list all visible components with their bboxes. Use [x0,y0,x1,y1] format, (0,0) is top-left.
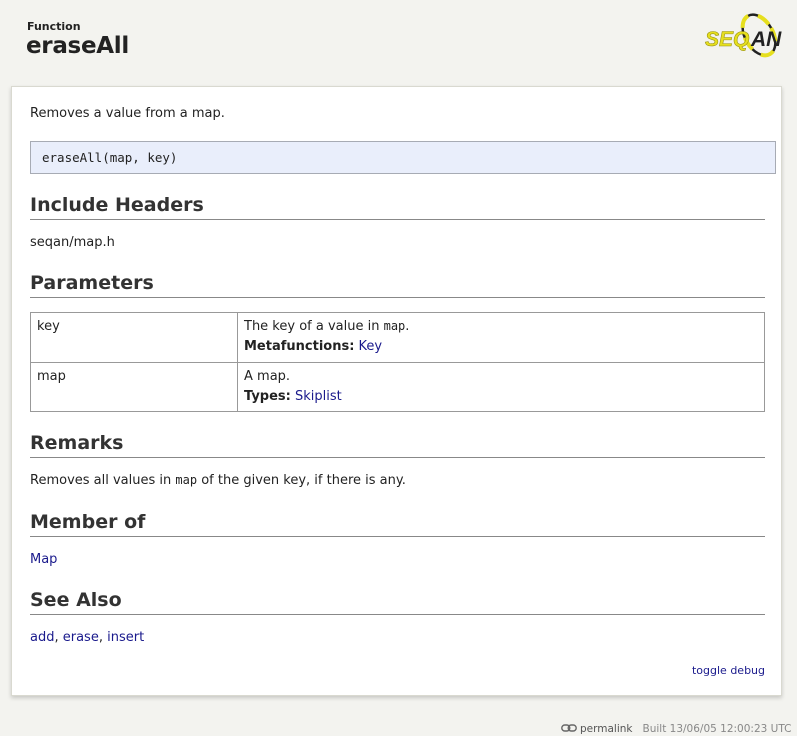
remarks-text: Removes all values in map of the given k… [30,473,406,488]
separator: , [54,630,63,645]
param-meta-label: Metafunctions: [244,339,355,354]
remarks-prefix: Removes all values in [30,473,176,488]
permalink-link[interactable]: permalink [580,723,633,735]
member-of-map-link[interactable]: Map [30,552,57,567]
remarks-code: map [175,473,198,487]
param-description: The key of a value in map. Metafunctions… [237,312,765,363]
description: Removes a value from a map. [30,106,225,121]
table-row: key The key of a value in map. Metafunct… [30,312,765,363]
toggle-debug-link[interactable]: toggle debug [692,664,765,677]
param-name: key [30,312,238,363]
see-also-erase-link[interactable]: erase [63,630,99,645]
param-meta-label: Types: [244,389,291,404]
param-description: A map. Types: Skiplist [237,362,765,412]
seqan-logo[interactable]: SEQ AN [703,10,783,62]
signature-box: eraseAll(map, key) [30,141,776,174]
param-desc-text: A map. [244,369,291,384]
page-header: Function eraseAll SEQ AN [0,0,797,84]
see-also-add-link[interactable]: add [30,630,54,645]
entity-kind-label: Function [27,20,81,33]
include-headers-heading: Include Headers [30,194,765,220]
param-name: map [30,362,238,412]
content-panel: Removes a value from a map. eraseAll(map… [11,86,782,696]
see-also-heading: See Also [30,589,765,615]
param-desc-suffix: . [405,319,410,334]
param-desc-text: The key of a value in [244,319,384,334]
table-row: map A map. Types: Skiplist [30,362,765,412]
type-skiplist-link[interactable]: Skiplist [295,389,342,404]
separator: , [98,630,108,645]
parameters-heading: Parameters [30,272,765,298]
build-timestamp: Built 13/06/05 12:00:23 UTC [642,723,792,735]
param-desc-code: map [383,319,406,333]
svg-text:SEQ: SEQ [705,28,749,51]
metafunction-key-link[interactable]: Key [359,339,383,354]
see-also-links: add, erase, insert [30,630,144,645]
include-header-value: seqan/map.h [30,235,115,250]
member-of-heading: Member of [30,511,765,537]
remarks-suffix: of the given key, if there is any. [197,473,406,488]
remarks-heading: Remarks [30,432,765,458]
page-title: eraseAll [26,33,129,59]
param-meta: Metafunctions: Key [244,339,758,354]
chain-link-icon [561,723,577,735]
param-meta: Types: Skiplist [244,389,758,404]
see-also-insert-link[interactable]: insert [107,630,144,645]
svg-text:AN: AN [750,28,782,51]
parameters-table: key The key of a value in map. Metafunct… [30,312,765,412]
member-of-value: Map [30,552,57,567]
footer: permalink Built 13/06/05 12:00:23 UTC [561,723,791,735]
